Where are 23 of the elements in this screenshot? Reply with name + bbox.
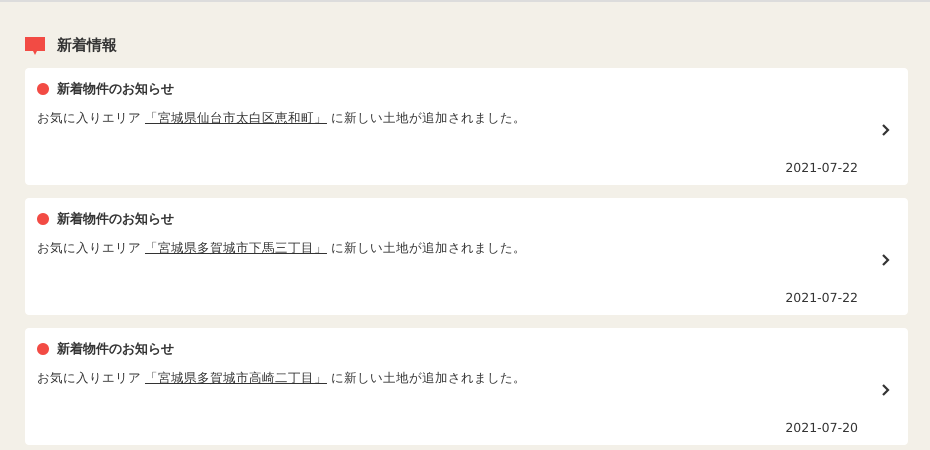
notice-date: 2021-07-22 — [785, 290, 858, 305]
speech-bubble-icon — [25, 36, 45, 54]
notice-card[interactable]: 新着物件のお知らせ お気に入りエリア 「宮城県多賀城市下馬三丁目」 に新しい土地が追加されました。 2021-07-22 — [25, 198, 908, 315]
notice-message: お気に入りエリア 「宮城県多賀城市下馬三丁目」 に新しい土地が追加されました。 — [37, 240, 527, 257]
notice-title: 新着物件のお知らせ — [57, 340, 174, 358]
notice-message: お気に入りエリア 「宮城県仙台市太白区恵和町」 に新しい土地が追加されました。 — [37, 110, 527, 127]
chevron-right-icon — [882, 124, 890, 136]
area-link[interactable]: 「宮城県仙台市太白区恵和町」 — [144, 110, 327, 125]
chevron-right-icon — [882, 384, 890, 396]
chevron-right-icon — [882, 254, 890, 266]
notice-card[interactable]: 新着物件のお知らせ お気に入りエリア 「宮城県多賀城市高崎二丁目」 に新しい土地が追加されました。 2021-07-20 — [25, 328, 908, 445]
notice-date: 2021-07-20 — [785, 420, 858, 435]
notice-card[interactable]: 新着物件のお知らせ お気に入りエリア 「宮城県仙台市太白区恵和町」 に新しい土地が追加されました。 2021-07-22 — [25, 68, 908, 185]
notice-title: 新着物件のお知らせ — [57, 210, 174, 228]
notice-title: 新着物件のお知らせ — [57, 80, 174, 98]
area-link[interactable]: 「宮城県多賀城市高崎二丁目」 — [144, 370, 327, 385]
section-title: 新着情報 — [57, 36, 117, 55]
status-dot-icon — [37, 83, 49, 95]
area-link[interactable]: 「宮城県多賀城市下馬三丁目」 — [144, 240, 327, 255]
notice-date: 2021-07-22 — [785, 160, 858, 175]
status-dot-icon — [37, 343, 49, 355]
status-dot-icon — [37, 213, 49, 225]
notice-message: お気に入りエリア 「宮城県多賀城市高崎二丁目」 に新しい土地が追加されました。 — [37, 370, 527, 387]
